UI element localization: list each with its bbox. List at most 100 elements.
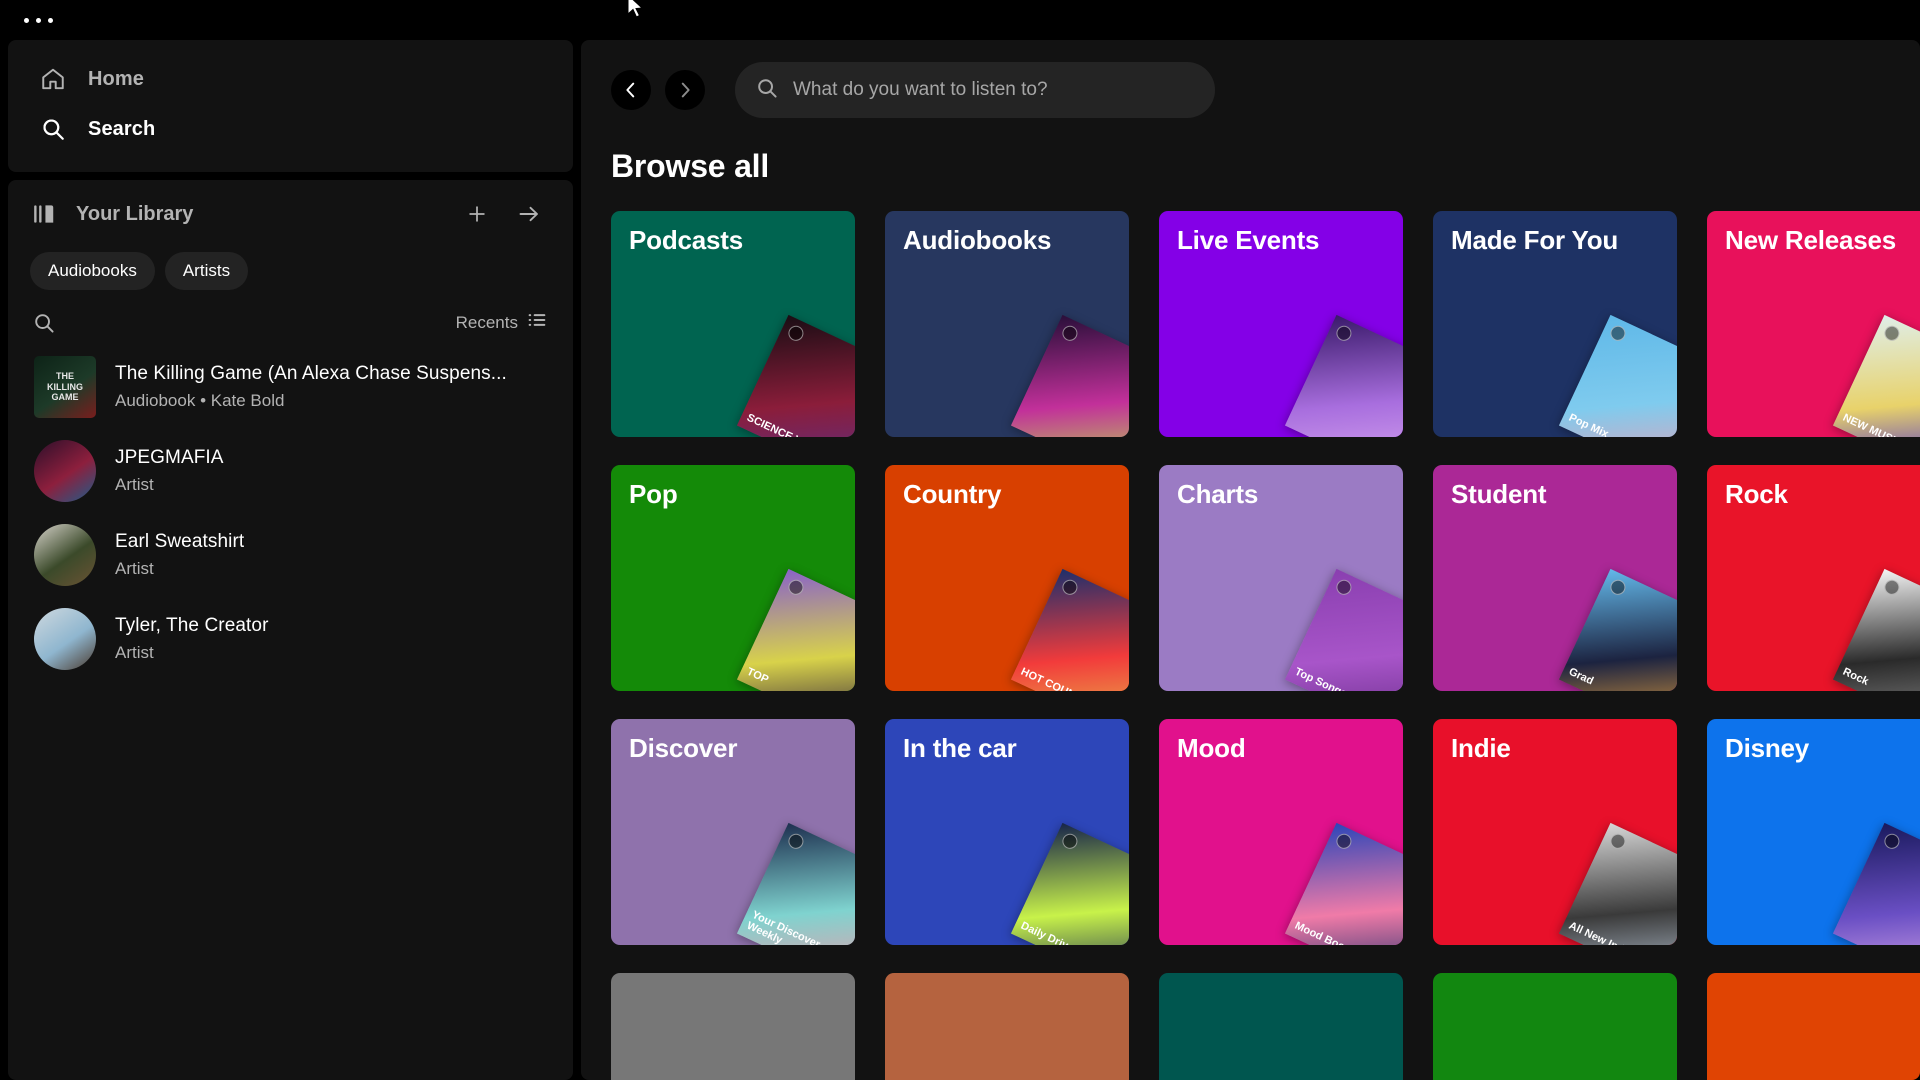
browse-tile[interactable]: Pop TOP — [611, 465, 855, 691]
your-library-panel: Your Library Audiobooks Artists Recents … — [8, 180, 573, 1080]
artwork-caption: SCIENCE VS — [744, 411, 811, 437]
browse-tile-label: Audiobooks — [903, 225, 1052, 255]
filter-chip-artists[interactable]: Artists — [164, 252, 249, 290]
browse-tile-artwork: Daily Drive — [1010, 822, 1129, 945]
list-item[interactable]: Earl Sweatshirt Artist — [22, 513, 563, 597]
browse-tile-artwork — [1010, 314, 1129, 437]
browse-tile[interactable]: Student Grad — [1433, 465, 1677, 691]
home-icon — [38, 64, 68, 94]
browse-tile-label: Live Events — [1177, 225, 1320, 255]
spotify-badge-icon — [1607, 831, 1628, 852]
item-title: Tyler, The Creator — [115, 615, 269, 636]
spotify-badge-icon — [1059, 831, 1080, 852]
artwork-caption: Rock — [1840, 665, 1871, 688]
library-filter-chips: Audiobooks Artists — [8, 248, 573, 290]
item-title: Earl Sweatshirt — [115, 531, 245, 552]
browse-tile[interactable]: Live Events — [1159, 211, 1403, 437]
spotify-badge-icon — [1881, 831, 1902, 852]
sidebar-item-label: Home — [88, 67, 144, 90]
library-sort-control[interactable]: Recents — [456, 310, 547, 335]
browse-tile-artwork: TOP — [736, 568, 855, 691]
browse-tile-artwork: NEW MUSIC FRIDAY — [1832, 314, 1920, 437]
search-icon — [38, 114, 68, 144]
arrow-right-icon[interactable] — [511, 196, 547, 232]
spotify-badge-icon — [1333, 577, 1354, 598]
browse-tile[interactable]: Indie All New Indie — [1433, 719, 1677, 945]
item-meta: Tyler, The Creator Artist — [115, 615, 269, 663]
sidebar-item-search[interactable]: Search — [8, 104, 573, 154]
browse-tile-label: Made For You — [1451, 225, 1619, 255]
browse-tile[interactable]: Country HOT COUNTRY — [885, 465, 1129, 691]
browse-tile[interactable]: Disney — [1707, 719, 1920, 945]
browse-tile-label: Mood — [1177, 733, 1246, 763]
main-panel: What do you want to listen to? Browse al… — [581, 40, 1920, 1080]
browse-tile[interactable]: Audiobooks — [885, 211, 1129, 437]
browse-tile-artwork: Mood Booster — [1284, 822, 1403, 945]
browse-tile[interactable]: In the car Daily Drive — [885, 719, 1129, 945]
artwork-caption: HOT COUNTRY — [1018, 665, 1097, 691]
nav-forward-button[interactable] — [665, 70, 705, 110]
library-search-icon[interactable] — [32, 311, 56, 335]
browse-tile-label: Indie — [1451, 733, 1511, 763]
browse-tile[interactable] — [611, 973, 855, 1080]
item-title: JPEGMAFIA — [115, 447, 224, 468]
plus-icon[interactable] — [459, 196, 495, 232]
browse-tile[interactable] — [885, 973, 1129, 1080]
nav-back-button[interactable] — [611, 70, 651, 110]
search-input[interactable]: What do you want to listen to? — [735, 62, 1215, 118]
library-toolbar: Recents — [8, 290, 573, 345]
artwork-caption: Grad — [1566, 665, 1596, 688]
item-subtitle: Audiobook • Kate Bold — [115, 391, 285, 410]
artwork-caption: TOP — [744, 665, 771, 686]
spotify-badge-icon — [1607, 323, 1628, 344]
artwork-caption: Pop Mix — [1566, 411, 1611, 437]
sort-label: Recents — [455, 312, 518, 332]
item-subtitle: Artist — [115, 643, 154, 662]
library-items-list: THE KILLING GAME The Killing Game (An Al… — [8, 345, 573, 681]
browse-tile[interactable]: Mood Mood Booster — [1159, 719, 1403, 945]
list-view-icon — [527, 310, 547, 335]
browse-tile-artwork — [1284, 314, 1403, 437]
browse-grid: Podcasts SCIENCE VS Audiobooks Live Events M… — [611, 211, 1920, 1080]
spotify-badge-icon — [785, 831, 806, 852]
artwork-caption: NEW MUSIC FRIDAY — [1841, 412, 1920, 437]
browse-tile-artwork: Pop Mix — [1558, 314, 1677, 437]
spotify-badge-icon — [1881, 323, 1902, 344]
browse-tile[interactable]: New Releases NEW MUSIC FRIDAY — [1707, 211, 1920, 437]
browse-tile-artwork: HOT COUNTRY — [1010, 568, 1129, 691]
mouse-cursor — [627, 0, 644, 18]
page-title: Browse all — [611, 148, 770, 184]
item-title: The Killing Game (An Alexa Chase Suspens… — [115, 363, 507, 384]
search-placeholder: What do you want to listen to? — [793, 79, 1048, 100]
sidebar-item-home[interactable]: Home — [8, 54, 573, 104]
spotify-badge-icon — [1607, 577, 1628, 598]
browse-tile-label: In the car — [903, 733, 1017, 763]
item-meta: The Killing Game (An Alexa Chase Suspens… — [115, 363, 507, 411]
browse-tile[interactable]: Podcasts SCIENCE VS — [611, 211, 855, 437]
avatar — [34, 608, 96, 670]
browse-content: Browse all Podcasts SCIENCE VS Audiobooks L… — [581, 140, 1920, 1080]
browse-tile-label: Disney — [1725, 733, 1810, 763]
browse-tile-artwork: Grad — [1558, 568, 1677, 691]
artwork-caption: Top Songs Global — [1292, 665, 1383, 691]
list-item[interactable]: Tyler, The Creator Artist — [22, 597, 563, 681]
list-item[interactable]: JPEGMAFIA Artist — [22, 429, 563, 513]
item-subtitle: Artist — [115, 475, 154, 494]
browse-tile-artwork: Rock — [1832, 568, 1920, 691]
browse-tile[interactable] — [1707, 973, 1920, 1080]
browse-tile[interactable]: Made For You Pop Mix — [1433, 211, 1677, 437]
library-title: Your Library — [76, 202, 194, 225]
list-item[interactable]: THE KILLING GAME The Killing Game (An Al… — [22, 345, 563, 429]
overflow-menu-icon[interactable] — [24, 17, 53, 23]
browse-tile[interactable] — [1159, 973, 1403, 1080]
browse-tile-label: New Releases — [1725, 225, 1897, 255]
browse-tile[interactable]: Rock Rock — [1707, 465, 1920, 691]
window-titlebar — [0, 0, 1920, 40]
main-topbar: What do you want to listen to? — [581, 40, 1920, 140]
browse-tile[interactable]: Discover Your Discover Weekly — [611, 719, 855, 945]
browse-tile[interactable] — [1433, 973, 1677, 1080]
filter-chip-audiobooks[interactable]: Audiobooks — [30, 252, 155, 290]
artwork-caption: Your Discover Weekly — [744, 908, 822, 945]
browse-tile[interactable]: Charts Top Songs Global — [1159, 465, 1403, 691]
app-shell: Home Search Your Library Audiobooks Arti… — [0, 40, 1920, 1080]
